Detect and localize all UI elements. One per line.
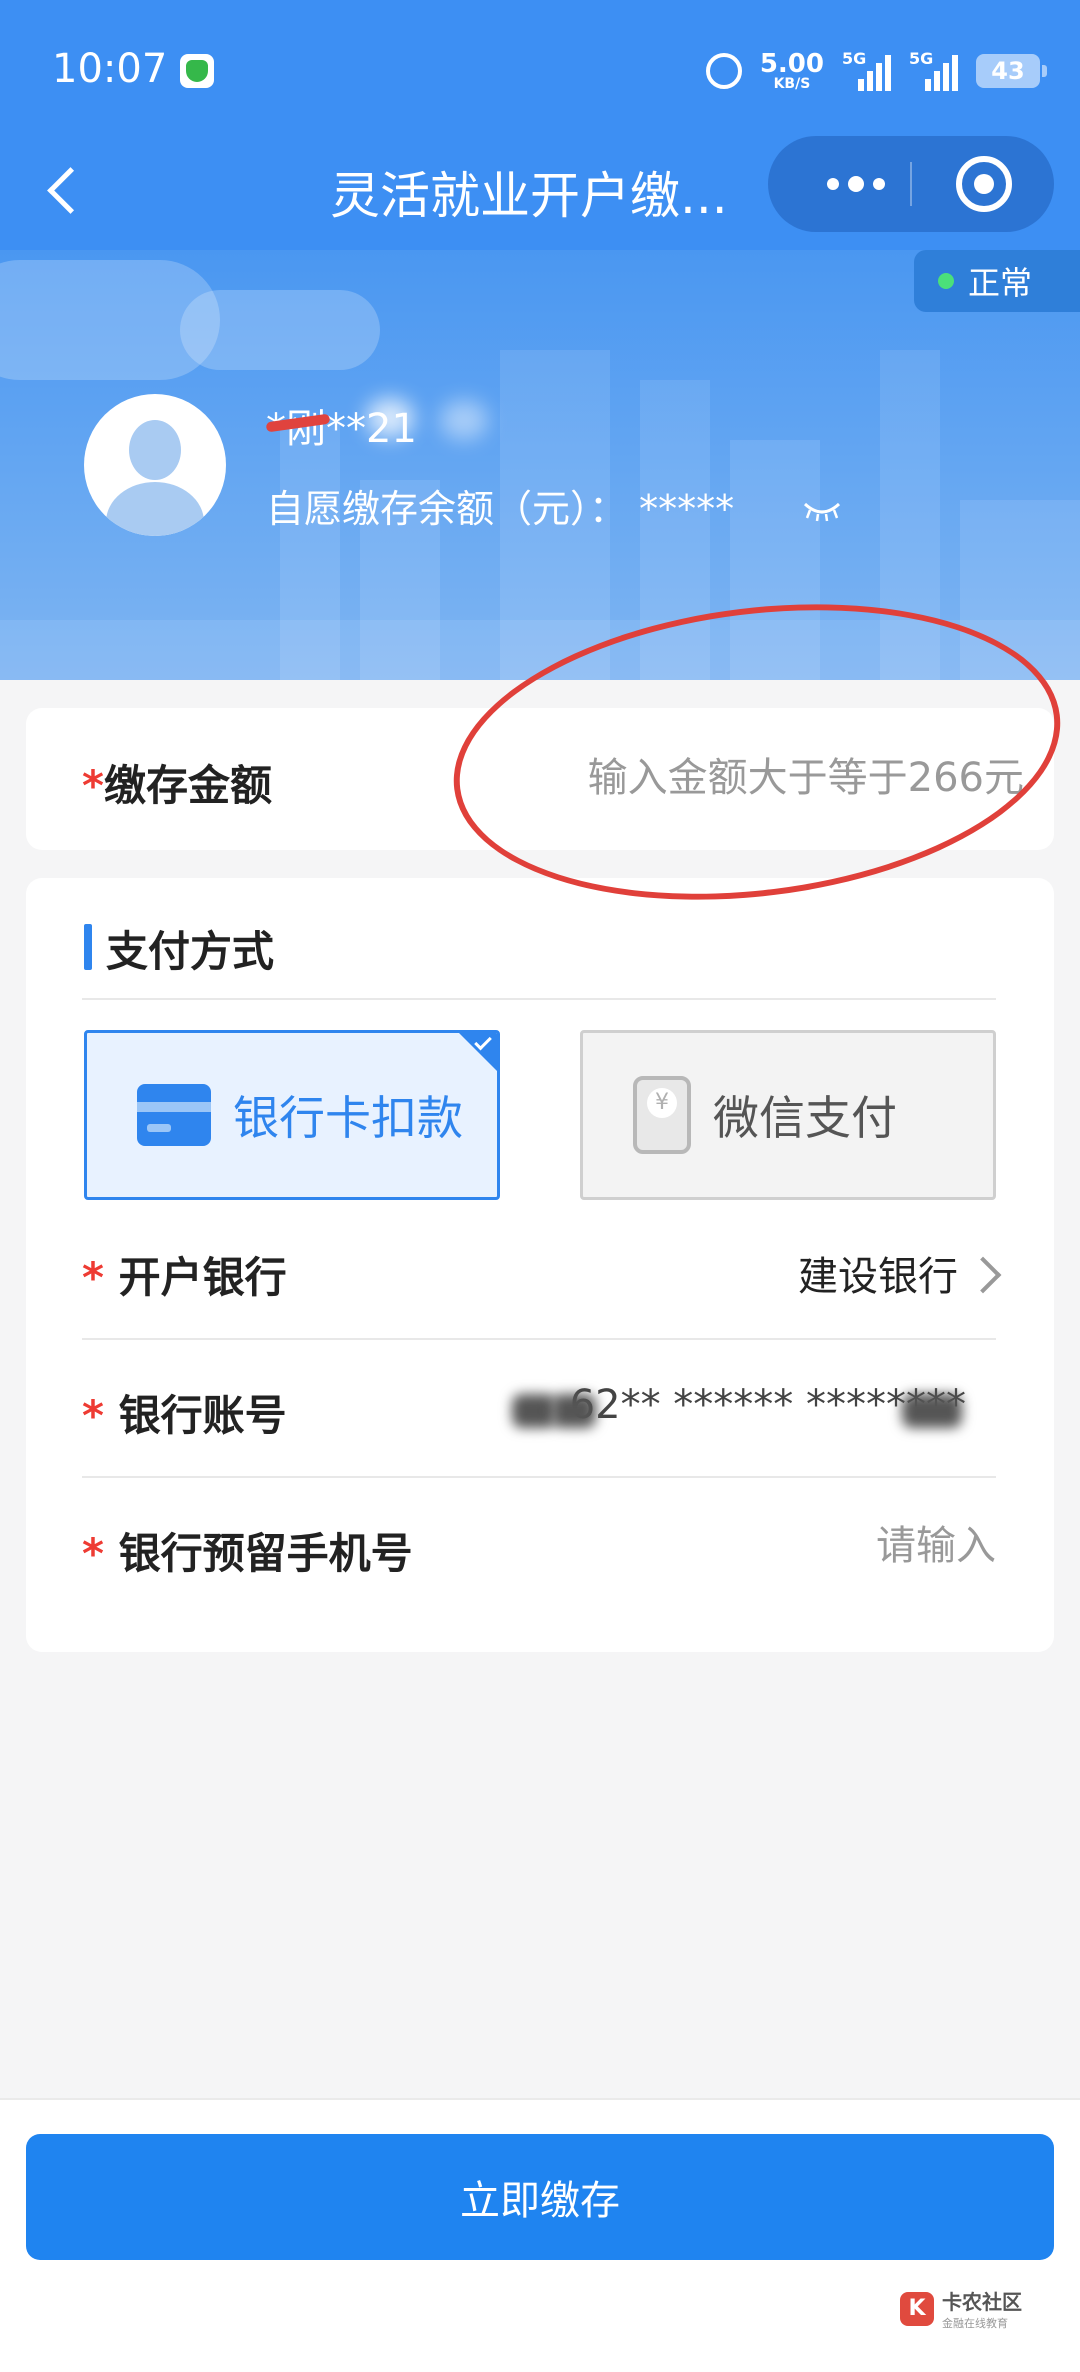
watermark: K 卡农社区 金融在线教育 <box>900 2286 1022 2331</box>
bottom-action-bar: 立即缴存 K 卡农社区 金融在线教育 <box>0 2098 1080 2372</box>
payment-option-label: 银行卡扣款 <box>233 1091 463 1145</box>
balance-line: 自愿缴存余额（元）： ***** <box>266 478 734 533</box>
payment-option-label: 微信支付 <box>713 1091 897 1145</box>
alarm-icon <box>705 53 742 89</box>
battery-icon: 43 <box>976 54 1047 88</box>
battery-level: 43 <box>991 57 1025 85</box>
capsule-divider <box>910 162 912 206</box>
watermark-subtitle: 金融在线教育 <box>942 2317 1008 2330</box>
privacy-blur <box>440 400 488 440</box>
back-icon[interactable] <box>40 160 92 220</box>
bank-account-label: * 银行账号 <box>82 1391 287 1440</box>
signal-icon: 5G <box>842 49 891 91</box>
navigation-bar: 灵活就业开户缴... <box>0 130 1080 250</box>
privacy-blur <box>552 1394 596 1428</box>
watermark-title: 卡农社区 <box>942 2290 1022 2314</box>
mobile-pay-icon <box>633 1076 691 1154</box>
bank-name-value: 建设银行 <box>798 1244 1002 1302</box>
selected-corner <box>457 1033 497 1073</box>
balance-value: ***** <box>639 487 735 531</box>
reserved-phone-row: * 银行预留手机号 <box>82 1476 996 1614</box>
balance-label: 自愿缴存余额（元）： <box>266 487 628 531</box>
reserved-phone-label: * 银行预留手机号 <box>82 1529 413 1578</box>
bank-account-row[interactable]: * 银行账号 62** ****** ******** <box>82 1338 996 1476</box>
divider <box>82 998 996 1000</box>
status-dot-icon <box>938 273 954 289</box>
required-mark: * <box>82 761 104 810</box>
network-speed: 5.00 KB/S <box>760 51 824 91</box>
submit-deposit-button[interactable]: 立即缴存 <box>26 2134 1054 2260</box>
status-time: 10:07 <box>52 46 168 92</box>
security-shield-icon <box>180 54 214 88</box>
bank-name-label: * 开户银行 <box>82 1253 287 1302</box>
payment-section-title: 支付方式 <box>106 927 275 976</box>
bank-name-row[interactable]: * 开户银行 建设银行 <box>82 1200 1002 1338</box>
status-indicators: 5.00 KB/S 5G 5G 43 <box>705 46 1047 96</box>
watermark-logo-icon: K <box>900 2291 934 2326</box>
avatar <box>84 394 226 536</box>
privacy-blur <box>512 1394 556 1428</box>
signal-icon: 5G <box>909 49 958 91</box>
deposit-amount-label: *缴存金额 <box>82 761 272 810</box>
privacy-blur <box>366 398 414 438</box>
reserved-phone-input[interactable] <box>576 1516 996 1576</box>
network-speed-value: 5.00 <box>759 49 824 79</box>
eye-closed-icon[interactable] <box>802 500 842 522</box>
account-status-badge: 正常 <box>914 250 1080 312</box>
section-accent-bar <box>84 924 92 970</box>
payment-option-bank-card[interactable]: 银行卡扣款 <box>84 1030 500 1200</box>
chevron-right-icon <box>964 1256 1002 1294</box>
payment-method-card: 支付方式 银行卡扣款 微信支付 * 开户银行 建设银行 * 银行账号 62** … <box>26 878 1054 1652</box>
network-speed-unit: KB/S <box>773 76 811 92</box>
bank-card-icon <box>137 1084 211 1146</box>
payment-option-wechat[interactable]: 微信支付 <box>580 1030 996 1200</box>
status-bar: 10:07 5.00 KB/S 5G 5G 43 <box>0 0 1080 140</box>
miniprogram-capsule <box>768 136 1054 232</box>
privacy-blur <box>902 1394 962 1428</box>
close-miniprogram-icon[interactable] <box>956 156 1012 212</box>
page-title: 灵活就业开户缴... <box>330 167 728 225</box>
more-icon[interactable] <box>806 136 906 232</box>
